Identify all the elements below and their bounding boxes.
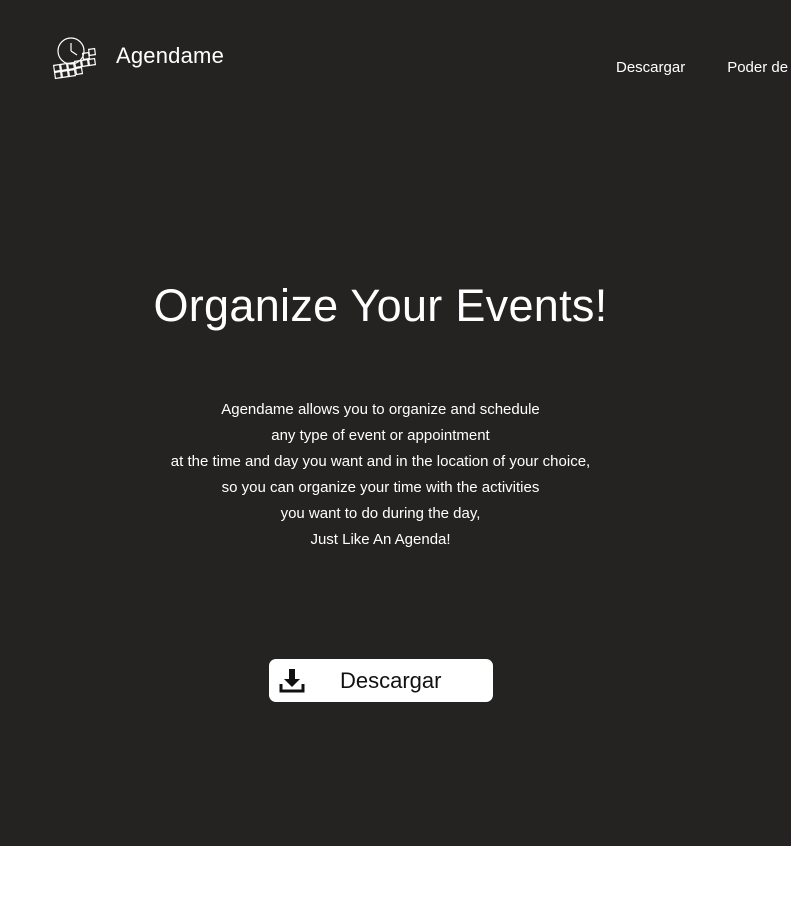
- nav-link-poder-de[interactable]: Poder de: [727, 59, 788, 76]
- hero-section: Agendame Descargar Poder de Organize You…: [0, 0, 791, 846]
- download-icon: [279, 668, 305, 694]
- description-line: Agendame allows you to organize and sche…: [221, 401, 540, 418]
- download-button-label: Descargar: [340, 668, 442, 693]
- description-line: at the time and day you want and in the …: [170, 453, 591, 470]
- description-line: so you can organize your time with the a…: [221, 479, 540, 496]
- description-line: you want to do during the day,: [280, 505, 481, 522]
- clock-calendar-logo-icon: [52, 35, 98, 81]
- nav-link-descargar[interactable]: Descargar: [616, 59, 685, 76]
- description-line: Just Like An Agenda!: [310, 531, 451, 548]
- description-line: any type of event or appointment: [271, 427, 490, 444]
- hero-description: Agendame allows you to organize and sche…: [0, 397, 761, 553]
- logo-text: Agendame: [116, 43, 225, 68]
- logo-link[interactable]: Agendame: [52, 35, 224, 81]
- hero-headline: Organize Your Events!: [153, 280, 608, 331]
- download-button[interactable]: Descargar: [269, 659, 493, 702]
- top-nav: Descargar Poder de: [616, 59, 791, 76]
